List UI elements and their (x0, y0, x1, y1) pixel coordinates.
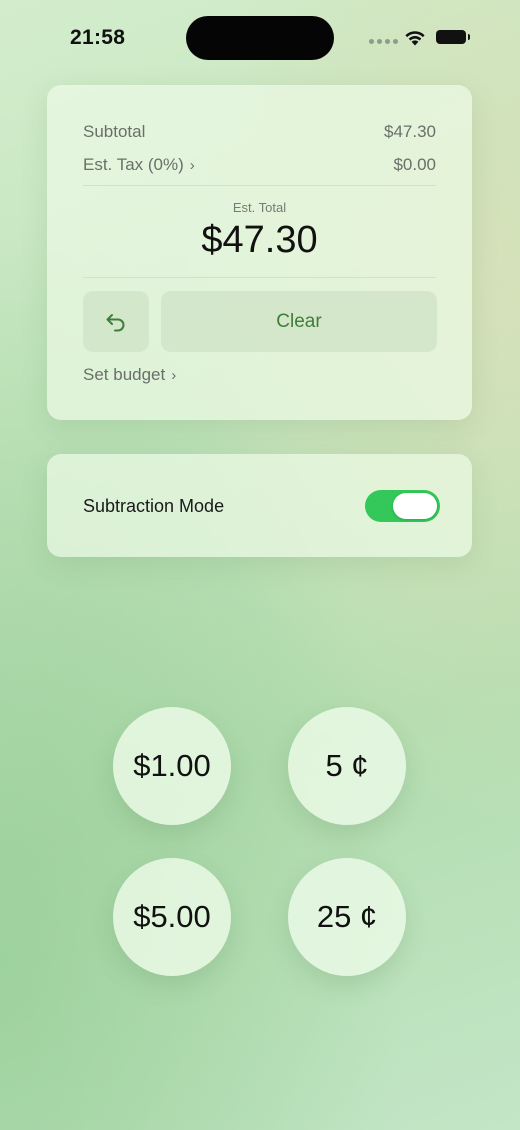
dynamic-island (186, 16, 334, 60)
subtotal-label: Subtotal (83, 122, 146, 141)
coin-button-five-cents[interactable]: 5 ¢ (288, 707, 406, 825)
set-budget-label: Set budget (83, 365, 166, 384)
divider (83, 185, 436, 186)
subtraction-mode-label: Subtraction Mode (83, 496, 225, 516)
undo-arrow-icon (106, 313, 125, 331)
cellular-signal-icon (369, 39, 398, 44)
undo-button[interactable] (83, 291, 149, 352)
status-bar: 21:58 (0, 0, 520, 76)
toggle-knob (393, 493, 437, 519)
tax-value: $0.00 (393, 155, 436, 174)
summary-card: Subtotal $47.30 Est. Tax (0%) › $0.00 Est… (47, 85, 472, 420)
clear-button[interactable]: Clear (161, 291, 437, 352)
subtraction-mode-toggle[interactable] (365, 490, 440, 522)
tax-label: Est. Tax (0%) (83, 155, 184, 174)
subtotal-value: $47.30 (384, 122, 436, 141)
tax-link[interactable]: Est. Tax (0%) › (83, 155, 195, 175)
wifi-icon (405, 31, 425, 46)
divider (83, 277, 436, 278)
status-time: 21:58 (70, 26, 126, 49)
coin-button-five-dollars[interactable]: $5.00 (113, 858, 231, 976)
est-total-value: $47.30 (201, 219, 318, 261)
subtotal-row: Subtotal $47.30 (83, 122, 436, 142)
battery-icon (436, 30, 470, 44)
est-total-label: Est. Total (232, 200, 287, 215)
coin-button-twenty-five-cents[interactable]: 25 ¢ (288, 858, 406, 976)
tax-row[interactable]: Est. Tax (0%) › $0.00 (83, 155, 436, 175)
set-budget-link[interactable]: Set budget › (83, 365, 176, 385)
coin-button-one-dollar[interactable]: $1.00 (113, 707, 231, 825)
subtraction-mode-card: Subtraction Mode (47, 454, 472, 557)
chevron-right-icon: › (171, 367, 177, 384)
chevron-right-icon: › (189, 157, 195, 174)
